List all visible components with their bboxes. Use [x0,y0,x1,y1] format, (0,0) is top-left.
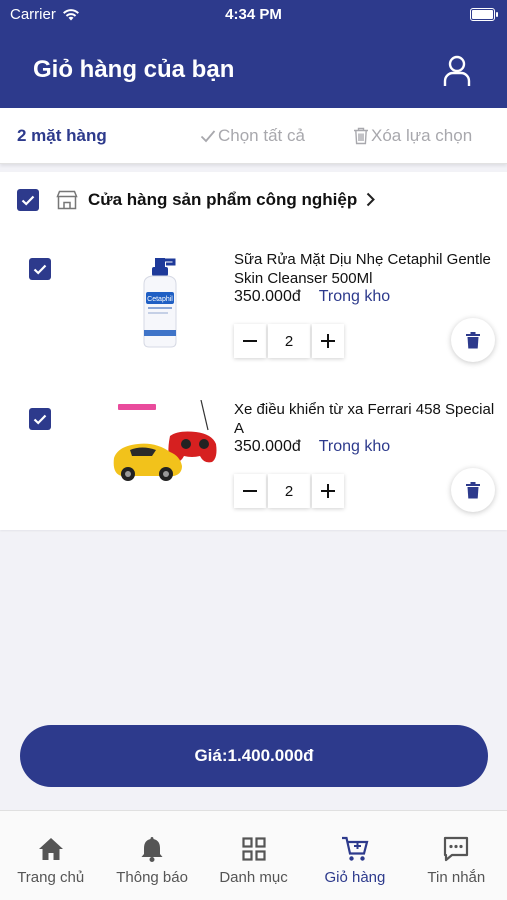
item-checkbox[interactable] [29,408,51,430]
tab-label: Trang chủ [17,869,85,886]
product-name[interactable]: Xe điều khiển từ xa Ferrari 458 Special … [234,400,496,438]
product-price: 350.000đ [234,288,301,305]
quantity-value[interactable]: 2 [268,474,310,508]
minus-icon [243,490,257,492]
status-bar: Carrier 4:34 PM [0,0,507,30]
bell-icon [141,837,163,862]
select-all-label: Chọn tất cả [218,126,305,145]
stock-status: Trong kho [318,438,391,455]
user-icon[interactable] [443,55,471,87]
item-count: 2 mặt hàng [17,126,107,145]
trash-icon [466,331,480,348]
stock-status: Trong kho [318,288,391,305]
minus-icon [243,340,257,342]
plus-icon [321,484,335,498]
tab-notifications[interactable]: Thông báo [101,811,202,900]
quantity-value[interactable]: 2 [268,324,310,358]
chevron-right-icon[interactable] [366,192,375,207]
delete-item-button[interactable] [451,318,495,362]
select-all-button[interactable]: Chọn tất cả [200,126,305,146]
decrease-button[interactable] [234,324,266,358]
tab-label: Giỏ hàng [324,869,386,886]
header: Giỏ hàng của bạn [0,30,507,108]
increase-button[interactable] [312,324,344,358]
price-row: 350.000đ Trong kho [234,288,390,306]
tab-label: Danh mục [219,869,288,886]
tab-home[interactable]: Trang chủ [0,811,101,900]
selection-bar: 2 mặt hàng Chọn tất cả Xóa lựa chọn [0,108,507,164]
item-checkbox[interactable] [29,258,51,280]
shop-name: Cửa hàng sản phẩm công nghiệp [88,190,358,209]
cart-list: Cửa hàng sản phẩm công nghiệp Cetaphil S… [0,172,507,530]
delete-item-button[interactable] [451,468,495,512]
cetaphil-logo: Cetaphil [147,296,173,303]
store-icon [56,190,78,210]
tab-label: Thông báo [116,869,188,886]
product-image-cetaphil: Cetaphil [143,258,177,348]
product-price: 350.000đ [234,438,301,455]
checkmark-icon [21,195,35,206]
check-icon [200,130,216,143]
tab-label: Tin nhắn [427,869,486,886]
delete-selected-button[interactable]: Xóa lựa chọn [353,126,472,146]
tab-cart[interactable]: Giỏ hàng [304,811,405,900]
cart-icon [341,836,369,861]
checkmark-icon [33,414,47,425]
clock: 4:34 PM [225,6,282,23]
plus-icon [321,334,335,348]
cart-item: Xe điều khiển từ xa Ferrari 458 Special … [0,400,507,540]
cart-item: Cetaphil Sữa Rửa Mặt Dịu Nhẹ Cetaphil Ge… [0,250,507,390]
tab-categories[interactable]: Danh mục [203,811,304,900]
quantity-stepper: 2 [234,474,344,508]
grid-icon [241,837,266,861]
delete-selected-label: Xóa lựa chọn [371,126,473,145]
page-title: Giỏ hàng của bạn [33,56,235,83]
product-name[interactable]: Sữa Rửa Mặt Dịu Nhẹ Cetaphil Gentle Skin… [234,250,496,288]
increase-button[interactable] [312,474,344,508]
tab-messages[interactable]: Tin nhắn [406,811,507,900]
trash-icon [466,481,480,498]
decrease-button[interactable] [234,474,266,508]
product-image-ferrari-rc [113,400,217,481]
quantity-stepper: 2 [234,324,344,358]
tab-bar: Trang chủ Thông báo Danh mục Giỏ hàng Ti… [0,810,507,900]
battery-icon [470,8,498,21]
home-icon [38,838,63,860]
shop-checkbox[interactable] [17,189,39,211]
trash-outline-icon [354,127,368,145]
checkmark-icon [33,264,47,275]
price-row: 350.000đ Trong kho [234,438,390,456]
checkout-button[interactable]: Giá:1.400.000đ [20,725,488,787]
message-icon [444,836,469,862]
